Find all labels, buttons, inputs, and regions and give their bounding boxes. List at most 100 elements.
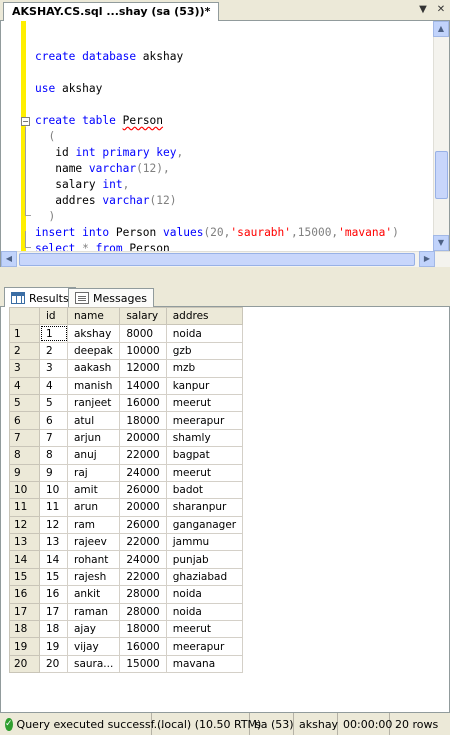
cell-id[interactable]: 12 [39,515,68,535]
cell-addres[interactable]: gzb [165,341,244,361]
cell-salary[interactable]: 26000 [119,515,167,535]
row-number-cell[interactable]: 12 [9,515,40,535]
cell-name[interactable]: raj [66,463,121,482]
cell-salary[interactable]: 10000 [119,341,167,361]
document-tab[interactable]: AKSHAY.CS.sql ...shay (sa (53))* [3,2,220,21]
row-number-cell[interactable]: 15 [9,567,40,587]
cell-name[interactable]: arun [66,498,121,517]
cell-addres[interactable]: shamly [165,428,244,448]
table-row[interactable]: 11 11 arun 20000 sharanpur [9,498,244,517]
cell-id[interactable]: 20 [39,654,68,674]
vertical-scroll-thumb[interactable] [435,151,448,199]
cell-name[interactable]: akshay [66,324,121,343]
cell-name[interactable]: vijay [66,637,121,656]
scroll-left-icon[interactable]: ◀ [1,251,17,267]
table-row[interactable]: 13 13 rajeev 22000 jammu [9,533,244,552]
cell-salary[interactable]: 20000 [119,428,167,448]
row-number-cell[interactable]: 13 [9,533,40,552]
row-number-cell[interactable]: 9 [9,463,40,482]
cell-salary[interactable]: 26000 [119,480,167,500]
cell-id[interactable]: 18 [39,620,68,639]
cell-name[interactable]: rajesh [66,567,121,587]
row-number-cell[interactable]: 5 [9,393,40,413]
cell-id[interactable]: 17 [39,602,68,622]
cell-name[interactable]: aakash [66,359,121,378]
cell-id[interactable]: 15 [39,567,68,587]
cell-id[interactable]: 9 [39,463,68,482]
scroll-down-icon[interactable]: ▼ [433,235,449,251]
table-row[interactable]: 2 2 deepak 10000 gzb [9,341,244,361]
pane-splitter[interactable] [0,267,450,285]
row-number-cell[interactable]: 2 [9,341,40,361]
tab-list-dropdown-icon[interactable]: ▼ [416,3,430,17]
cell-name[interactable]: ankit [66,585,121,604]
cell-addres[interactable]: punjab [165,550,244,569]
cell-id[interactable]: 13 [39,533,68,552]
row-number-cell[interactable]: 10 [9,480,40,500]
cell-addres[interactable]: ghaziabad [165,567,244,587]
table-row[interactable]: 18 18 ajay 18000 meerut [9,620,244,639]
cell-addres[interactable]: mavana [165,654,244,674]
cell-salary[interactable]: 22000 [119,533,167,552]
cell-salary[interactable]: 28000 [119,585,167,604]
row-number-cell[interactable]: 11 [9,498,40,517]
cell-salary[interactable]: 12000 [119,359,167,378]
cell-addres[interactable]: bagpat [165,446,244,465]
cell-addres[interactable]: noida [165,602,244,622]
cell-salary[interactable]: 20000 [119,498,167,517]
cell-id[interactable]: 10 [39,480,68,500]
cell-addres[interactable]: jammu [165,533,244,552]
table-row[interactable]: 5 5 ranjeet 16000 meerut [9,393,244,413]
cell-name[interactable]: ajay [66,620,121,639]
cell-addres[interactable]: meerut [165,393,244,413]
table-row[interactable]: 1 1 akshay 8000 noida [9,324,244,343]
row-number-cell[interactable]: 17 [9,602,40,622]
tab-messages[interactable]: Messages [68,288,154,307]
close-tab-icon[interactable]: ✕ [434,3,448,17]
table-row[interactable]: 7 7 arjun 20000 shamly [9,428,244,448]
cell-id[interactable]: 7 [39,428,68,448]
table-row[interactable]: 4 4 manish 14000 kanpur [9,376,244,395]
cell-id[interactable]: 8 [39,446,68,465]
cell-name[interactable]: manish [66,376,121,395]
cell-id[interactable]: 6 [39,411,68,430]
table-row[interactable]: 12 12 ram 26000 ganganager [9,515,244,535]
cell-addres[interactable]: noida [165,585,244,604]
scroll-right-icon[interactable]: ▶ [419,251,435,267]
column-header-addres[interactable]: addres [165,306,244,326]
cell-name[interactable]: rohant [66,550,121,569]
table-row[interactable]: 16 16 ankit 28000 noida [9,585,244,604]
scroll-up-icon[interactable]: ▲ [433,21,449,37]
cell-salary[interactable]: 28000 [119,602,167,622]
cell-addres[interactable]: meerut [165,620,244,639]
cell-id[interactable]: 1 [39,324,68,343]
column-header-id[interactable]: id [39,306,68,326]
table-row[interactable]: 3 3 aakash 12000 mzb [9,359,244,378]
cell-salary[interactable]: 18000 [119,411,167,430]
cell-salary[interactable]: 8000 [119,324,167,343]
grid-corner-cell[interactable] [9,306,40,326]
cell-salary[interactable]: 14000 [119,376,167,395]
cell-salary[interactable]: 16000 [119,393,167,413]
row-number-cell[interactable]: 6 [9,411,40,430]
table-row[interactable]: 15 15 rajesh 22000 ghaziabad [9,567,244,587]
table-row[interactable]: 6 6 atul 18000 meerapur [9,411,244,430]
cell-salary[interactable]: 22000 [119,446,167,465]
cell-addres[interactable]: mzb [165,359,244,378]
cell-salary[interactable]: 24000 [119,550,167,569]
row-number-cell[interactable]: 3 [9,359,40,378]
table-row[interactable]: 10 10 amit 26000 badot [9,480,244,500]
cell-id[interactable]: 19 [39,637,68,656]
tab-results[interactable]: Results [4,287,76,308]
column-header-salary[interactable]: salary [119,306,167,326]
editor-horizontal-scrollbar[interactable]: ◀ ▶ [1,251,450,267]
cell-name[interactable]: ranjeet [66,393,121,413]
cell-id[interactable]: 16 [39,585,68,604]
row-number-cell[interactable]: 4 [9,376,40,395]
cell-addres[interactable]: noida [165,324,244,343]
cell-name[interactable]: anuj [66,446,121,465]
row-number-cell[interactable]: 20 [9,654,40,674]
cell-addres[interactable]: ganganager [165,515,244,535]
cell-id[interactable]: 3 [39,359,68,378]
row-number-cell[interactable]: 1 [9,324,40,343]
